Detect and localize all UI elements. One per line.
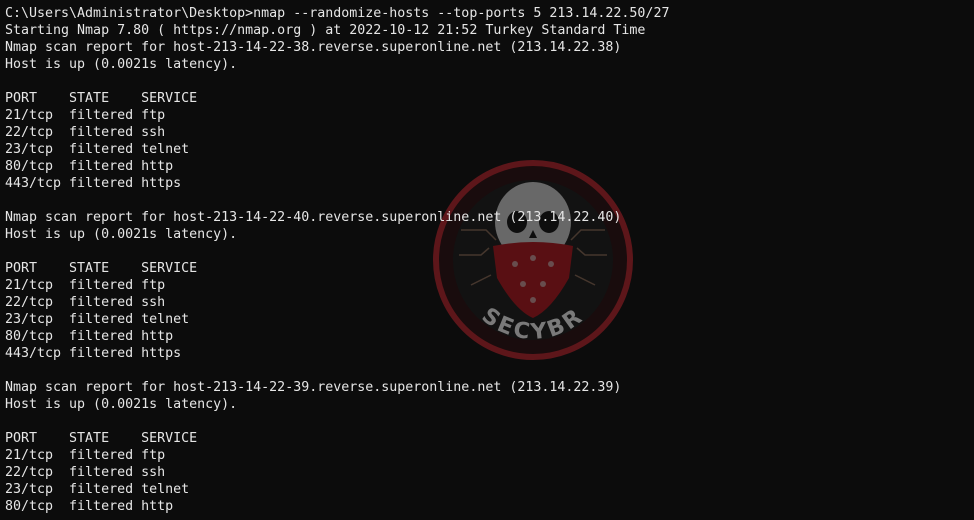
- output-line: Host is up (0.0021s latency).: [5, 397, 238, 412]
- output-line: 22/tcp filtered ssh: [5, 465, 166, 480]
- output-line: 80/tcp filtered http: [5, 499, 174, 514]
- output-line: PORT STATE SERVICE: [5, 261, 198, 276]
- output-line: PORT STATE SERVICE: [5, 431, 198, 446]
- output-line: 443/tcp filtered https: [5, 176, 182, 191]
- output-line: 21/tcp filtered ftp: [5, 448, 166, 463]
- output-line: 21/tcp filtered ftp: [5, 108, 166, 123]
- output-line: Nmap scan report for host-213-14-22-40.r…: [5, 210, 622, 225]
- output-line: 23/tcp filtered telnet: [5, 142, 190, 157]
- output-line: 23/tcp filtered telnet: [5, 312, 190, 327]
- output-line: Starting Nmap 7.80 ( https://nmap.org ) …: [5, 23, 646, 38]
- output-line: PORT STATE SERVICE: [5, 91, 198, 106]
- output-line: Host is up (0.0021s latency).: [5, 227, 238, 242]
- output-line: 21/tcp filtered ftp: [5, 278, 166, 293]
- output-line: 22/tcp filtered ssh: [5, 295, 166, 310]
- output-line: Host is up (0.0021s latency).: [5, 57, 238, 72]
- command-line: C:\Users\Administrator\Desktop>nmap --ra…: [5, 6, 670, 21]
- output-line: 80/tcp filtered http: [5, 159, 174, 174]
- output-line: 443/tcp filtered https: [5, 346, 182, 361]
- output-line: 23/tcp filtered telnet: [5, 482, 190, 497]
- output-line: 80/tcp filtered http: [5, 329, 174, 344]
- output-line: 22/tcp filtered ssh: [5, 125, 166, 140]
- output-line: Nmap scan report for host-213-14-22-38.r…: [5, 40, 622, 55]
- console-output: C:\Users\Administrator\Desktop>nmap --ra…: [5, 5, 669, 515]
- terminal-window[interactable]: SECYBR C:\Users\Administrator\Desktop>nm…: [0, 0, 974, 520]
- output-line: Nmap scan report for host-213-14-22-39.r…: [5, 380, 622, 395]
